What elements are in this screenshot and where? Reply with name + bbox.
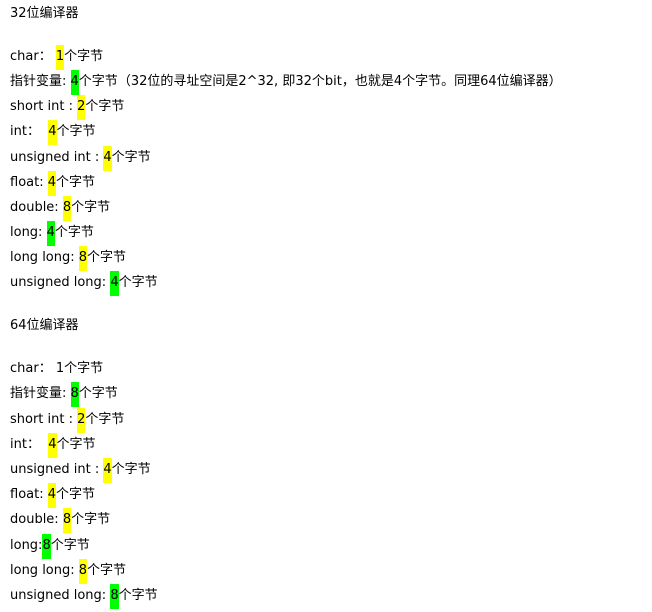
row-unit: 个字节 <box>111 150 151 165</box>
row-value: 4 <box>110 271 119 296</box>
row-64-double: double: 8个字节 <box>10 508 111 536</box>
row-value: 4 <box>47 171 56 196</box>
row-unit: 个字节 <box>87 563 127 578</box>
row-64-float: float: 4个字节 <box>10 483 96 511</box>
row-value: 8 <box>78 559 88 584</box>
row-label: short int : <box>10 412 78 427</box>
row-value: 4 <box>47 483 56 508</box>
row-label: char： <box>10 361 56 376</box>
row-unit: 个字节 <box>85 99 125 114</box>
row-unit: 个字节 <box>71 200 111 215</box>
row-unit: 个字节 <box>111 462 151 477</box>
row-value: 4 <box>48 120 57 145</box>
row-value: 2 <box>77 408 86 433</box>
row-label: char： <box>10 49 56 64</box>
row-label: int： <box>10 124 49 139</box>
row-64-long: long:8个字节 <box>10 534 90 562</box>
row-label: unsigned int : <box>10 462 104 477</box>
section-title-64bit: 64位编译器 <box>10 318 79 333</box>
row-64-unsigned-int: unsigned int : 4个字节 <box>10 458 151 486</box>
row-32-pointer: 指针变量: 4个字节（32位的寻址空间是2^32, 即32个bit，也就是4个字… <box>10 70 562 98</box>
row-value: 4 <box>48 433 57 458</box>
row-value: 8 <box>110 584 119 609</box>
row-label: float: <box>10 175 48 190</box>
row-label: double: <box>10 512 63 527</box>
row-label: short int : <box>10 99 78 114</box>
row-label: double: <box>10 200 63 215</box>
row-value: 4 <box>46 221 55 246</box>
row-unit: 个字节 <box>85 412 125 427</box>
row-value: 8 <box>62 196 72 221</box>
row-value: 8 <box>42 534 51 559</box>
row-unit: 个字节 <box>56 487 96 502</box>
row-32-double: double: 8个字节 <box>10 196 111 224</box>
row-value: 8 <box>78 246 88 271</box>
row-32-unsigned-int: unsigned int : 4个字节 <box>10 146 151 174</box>
row-unit: 个字节 <box>54 225 94 240</box>
section-title-32bit: 32位编译器 <box>10 6 79 21</box>
row-value: 8 <box>62 508 72 533</box>
row-unit: 个字节 <box>64 361 104 376</box>
row-label: long: <box>10 538 43 553</box>
row-32-char: char： 1个字节 <box>10 45 104 73</box>
row-label: int： <box>10 437 49 452</box>
row-unit: 个字节 <box>118 275 158 290</box>
row-value: 1 <box>55 361 65 376</box>
row-32-short-int: short int : 2个字节 <box>10 95 125 123</box>
row-32-long-long: long long: 8个字节 <box>10 246 127 274</box>
row-64-long-long: long long: 8个字节 <box>10 559 127 587</box>
row-unit: 个字节 <box>64 49 104 64</box>
row-32-float: float: 4个字节 <box>10 171 96 199</box>
row-note: （32位的寻址空间是2^32, 即32个bit，也就是4个字节。同理64位编译器… <box>117 74 562 89</box>
row-unit: 个字节 <box>78 74 118 89</box>
row-32-int: int： 4个字节 <box>10 120 96 148</box>
row-label: long long: <box>10 563 79 578</box>
row-unit: 个字节 <box>78 386 118 401</box>
row-unit: 个字节 <box>118 588 158 603</box>
row-64-int: int： 4个字节 <box>10 433 96 461</box>
row-label: 指针变量: <box>10 74 71 89</box>
row-label: 指针变量: <box>10 386 71 401</box>
row-label: long: <box>10 225 47 240</box>
row-32-unsigned-long: unsigned long: 4个字节 <box>10 271 158 299</box>
row-value: 1 <box>55 45 65 70</box>
row-label: unsigned long: <box>10 275 111 290</box>
row-label: unsigned long: <box>10 588 111 603</box>
row-value: 4 <box>103 146 112 171</box>
row-value: 4 <box>103 458 112 483</box>
row-value: 8 <box>70 382 79 407</box>
row-unit: 个字节 <box>56 175 96 190</box>
row-label: float: <box>10 487 48 502</box>
row-64-short-int: short int : 2个字节 <box>10 408 125 436</box>
row-unit: 个字节 <box>56 124 96 139</box>
row-64-char: char： 1个字节 <box>10 360 103 385</box>
row-64-pointer: 指针变量: 8个字节 <box>10 382 118 410</box>
row-unit: 个字节 <box>50 538 90 553</box>
row-unit: 个字节 <box>87 250 127 265</box>
row-64-unsigned-long: unsigned long: 8个字节 <box>10 584 158 612</box>
row-unit: 个字节 <box>71 512 111 527</box>
row-value: 2 <box>77 95 86 120</box>
row-label: long long: <box>10 250 79 265</box>
row-value: 4 <box>70 70 79 95</box>
row-unit: 个字节 <box>56 437 96 452</box>
row-label: unsigned int : <box>10 150 104 165</box>
